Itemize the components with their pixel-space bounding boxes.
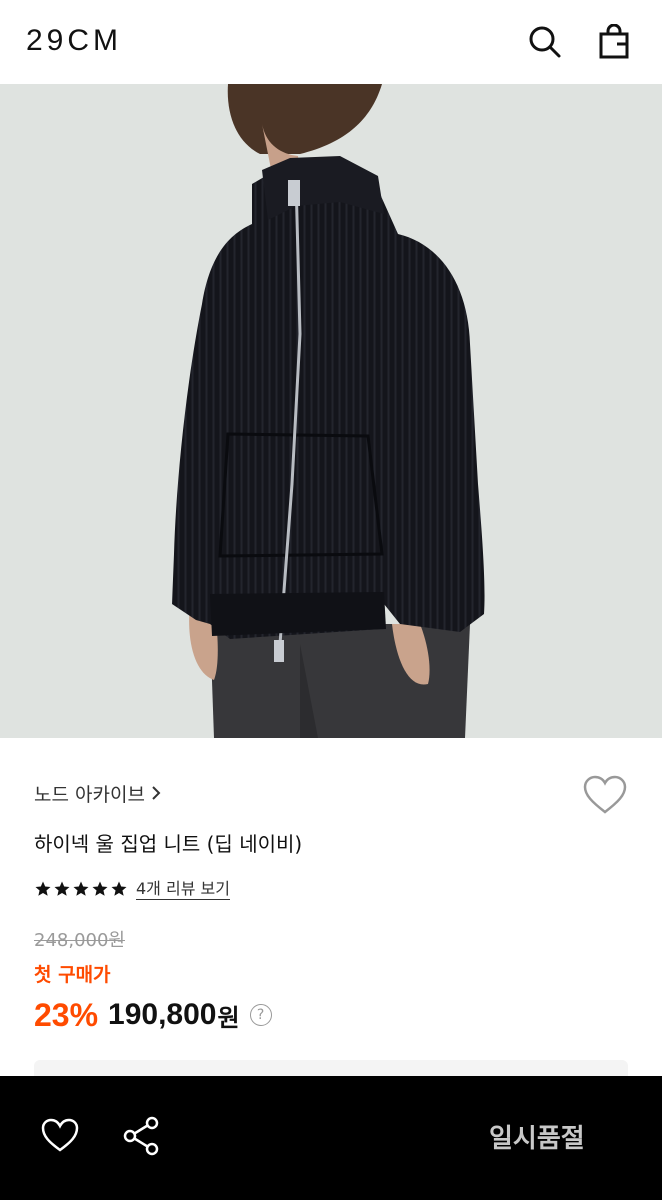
wishlist-heart-icon[interactable] [582, 774, 628, 816]
rating-row: 4개 리뷰 보기 [34, 876, 230, 902]
star-icon [54, 881, 70, 896]
shopping-bag-icon[interactable] [594, 22, 634, 62]
star-icon [111, 881, 127, 896]
original-price: 248,000원 [34, 930, 125, 951]
star-icon [73, 881, 89, 896]
product-title: 하이넥 울 집업 니트 (딥 네이비) [34, 832, 303, 856]
first-purchase-label: 첫 구매가 [34, 964, 111, 986]
sale-price: 190,800 [108, 998, 217, 1031]
discount-rate: 23% [34, 996, 99, 1033]
sold-out-status: 일시품절 [489, 1124, 585, 1154]
reviews-link[interactable]: 4개 리뷰 보기 [136, 879, 230, 900]
logo[interactable]: 29CM [26, 24, 122, 58]
top-header: 29CM [0, 0, 662, 84]
product-image[interactable] [0, 84, 662, 738]
star-rating [34, 880, 128, 898]
chevron-right-icon [151, 785, 161, 801]
star-icon [92, 881, 108, 896]
star-icon [35, 881, 51, 896]
search-icon[interactable] [525, 22, 565, 62]
brand-link[interactable]: 노드 아카이브 [34, 778, 161, 808]
like-heart-icon[interactable] [40, 1116, 80, 1156]
share-icon[interactable] [120, 1114, 164, 1158]
brand-name: 노드 아카이브 [34, 783, 145, 806]
currency-unit: 원 [217, 1003, 240, 1032]
price-row: 23% 190,800 원 ? [34, 996, 272, 1034]
help-icon[interactable]: ? [249, 1004, 272, 1026]
